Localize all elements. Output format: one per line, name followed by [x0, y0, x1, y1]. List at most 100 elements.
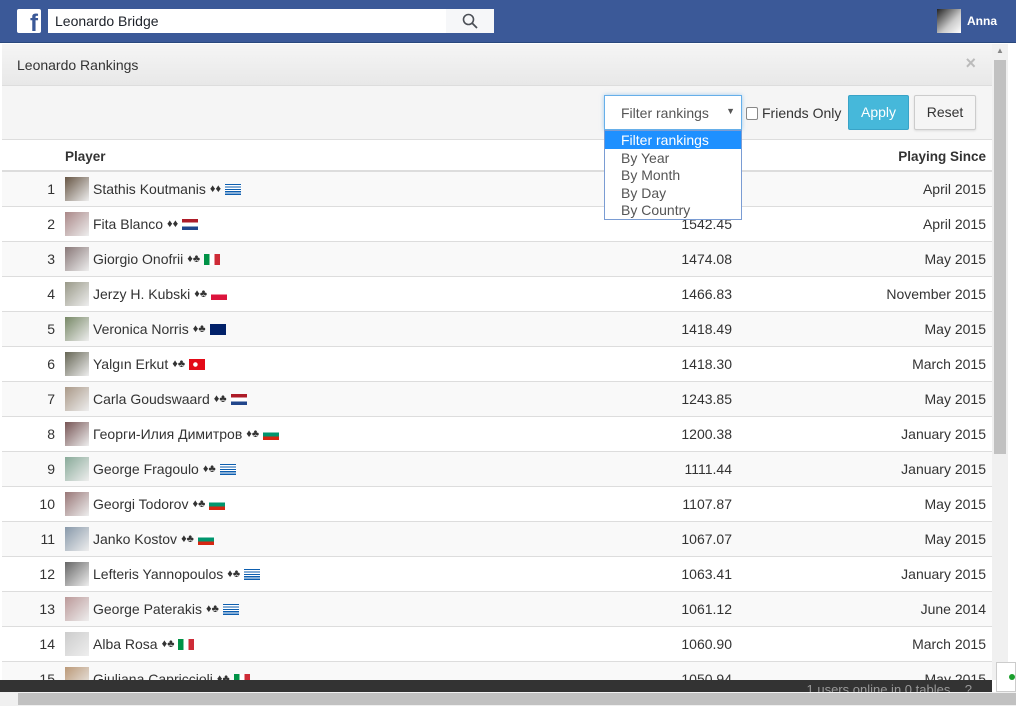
player-avatar[interactable]: [65, 317, 89, 341]
player-name[interactable]: George Fragoulo: [93, 461, 199, 477]
flag-icon: [197, 533, 214, 545]
suit-icons: ♦♣: [161, 638, 175, 650]
table-row[interactable]: 12 Lefteris Yannopoulos ♦♣ 1063.41 Januar…: [2, 557, 992, 592]
player-name[interactable]: Veronica Norris: [93, 321, 189, 337]
scrollbar-thumb[interactable]: [18, 693, 1016, 705]
scroll-up-icon[interactable]: ▲: [996, 46, 1004, 55]
player-name[interactable]: Jerzy H. Kubski: [93, 286, 190, 302]
player-name[interactable]: Carla Goudswaard: [93, 391, 210, 407]
player-avatar[interactable]: [65, 282, 89, 306]
player-avatar[interactable]: [65, 527, 89, 551]
table-row[interactable]: 5 Veronica Norris ♦♣ 1418.49 May 2015: [2, 312, 992, 347]
top-bar: f Anna: [0, 0, 1016, 43]
playing-since: January 2015: [901, 566, 986, 582]
flag-icon: [204, 253, 221, 265]
player-avatar[interactable]: [65, 422, 89, 446]
playing-since: April 2015: [922, 216, 986, 232]
table-row[interactable]: 4 Jerzy H. Kubski ♦♣ 1466.83 November 201…: [2, 277, 992, 312]
player-name[interactable]: Giorgio Onofrii: [93, 251, 183, 267]
scrollbar-thumb[interactable]: [994, 60, 1006, 454]
column-header-player[interactable]: Player: [65, 149, 106, 164]
playing-since: May 2015: [924, 496, 986, 512]
player-name[interactable]: Fita Blanco: [93, 216, 163, 232]
suit-icons: ♦♣: [246, 428, 260, 440]
player-name[interactable]: Janko Kostov: [93, 531, 177, 547]
player-avatar[interactable]: [65, 247, 89, 271]
flag-icon: [209, 498, 226, 510]
suit-icons: ♦♦: [167, 218, 179, 230]
player-avatar[interactable]: [65, 212, 89, 236]
player-avatar[interactable]: [65, 457, 89, 481]
apply-button[interactable]: Apply: [848, 95, 909, 130]
filter-select[interactable]: Filter rankings ▼: [604, 95, 742, 130]
player-name[interactable]: Lefteris Yannopoulos: [93, 566, 223, 582]
playing-since: May 2015: [924, 531, 986, 547]
rating: 1060.90: [681, 636, 732, 652]
playing-since: March 2015: [912, 636, 986, 652]
user-profile-link[interactable]: Anna: [937, 9, 997, 33]
player-avatar[interactable]: [65, 177, 89, 201]
reset-button[interactable]: Reset: [914, 95, 976, 130]
horizontal-scrollbar[interactable]: [0, 692, 1016, 706]
player-name[interactable]: Georgi Todorov: [93, 496, 188, 512]
vertical-scrollbar[interactable]: ▲: [992, 44, 1008, 680]
playing-since: March 2015: [912, 356, 986, 372]
online-status: 1 users online in 0 tables: [806, 682, 951, 692]
rank: 2: [47, 216, 55, 232]
table-row[interactable]: 13 George Paterakis ♦♣ 1061.12 June 2014: [2, 592, 992, 627]
player-avatar[interactable]: [65, 352, 89, 376]
search-input[interactable]: [48, 9, 446, 33]
rank: 11: [40, 531, 55, 547]
player-avatar[interactable]: [65, 597, 89, 621]
player-avatar[interactable]: [65, 632, 89, 656]
suit-icons: ♦♣: [172, 358, 186, 370]
table-row[interactable]: 2 Fita Blanco ♦♦ 1542.45 April 2015: [2, 207, 992, 242]
table-row[interactable]: 15 Giuliana Capriccioli ♦♣ 1050.94 May 20…: [2, 662, 992, 680]
rank: 14: [39, 636, 55, 652]
player-name[interactable]: Stathis Koutmanis: [93, 181, 206, 197]
checkbox-icon[interactable]: [746, 106, 758, 120]
suit-icons: ♦♣: [181, 533, 194, 545]
rating: 1107.87: [682, 496, 732, 512]
player-name[interactable]: Alba Rosa: [93, 636, 158, 652]
modal-title: Leonardo Rankings: [17, 57, 139, 73]
table-row[interactable]: 9 George Fragoulo ♦♣ 1111.44 January 2015: [2, 452, 992, 487]
playing-since: January 2015: [901, 426, 986, 442]
filter-option[interactable]: By Year: [605, 149, 741, 167]
facebook-logo[interactable]: f: [17, 9, 41, 33]
player-avatar[interactable]: [65, 387, 89, 411]
suit-icons: ♦♣: [216, 673, 230, 680]
column-header-playing-since[interactable]: Playing Since: [898, 149, 986, 164]
table-row[interactable]: 1 Stathis Koutmanis ♦♦ April 2015: [2, 172, 992, 207]
filter-option[interactable]: Filter rankings: [605, 131, 741, 149]
rank: 7: [47, 391, 55, 407]
flag-icon: [244, 568, 261, 580]
player-avatar[interactable]: [65, 562, 89, 586]
table-row[interactable]: 3 Giorgio Onofrii ♦♣ 1474.08 May 2015: [2, 242, 992, 277]
table-row[interactable]: 14 Alba Rosa ♦♣ 1060.90 March 2015: [2, 627, 992, 662]
player-name[interactable]: Георги-Илия Димитров: [93, 426, 242, 442]
search-button[interactable]: [446, 9, 494, 33]
rank: 8: [47, 426, 55, 442]
filter-option[interactable]: By Day: [605, 184, 741, 202]
player-avatar[interactable]: [65, 492, 89, 516]
player-name[interactable]: Giuliana Capriccioli: [93, 671, 213, 680]
friends-only-checkbox[interactable]: Friends Only: [746, 105, 841, 121]
table-row[interactable]: 7 Carla Goudswaard ♦♣ 1243.85 May 2015: [2, 382, 992, 417]
chat-tab[interactable]: [996, 662, 1016, 692]
help-icon[interactable]: ?: [965, 682, 972, 692]
player-avatar[interactable]: [65, 667, 89, 680]
search-icon: [462, 13, 478, 29]
filter-option[interactable]: By Month: [605, 166, 741, 184]
table-row[interactable]: 8 Георги-Илия Димитров ♦♣ 1200.38 January…: [2, 417, 992, 452]
filter-option[interactable]: By Country: [605, 201, 741, 219]
player-name[interactable]: Yalgın Erkut: [93, 356, 168, 372]
rankings-modal: Leonardo Rankings × Filter rankings ▼ Fri…: [2, 44, 992, 680]
rank: 4: [47, 286, 55, 302]
table-row[interactable]: 6 Yalgın Erkut ♦♣ 1418.30 March 2015: [2, 347, 992, 382]
close-icon[interactable]: ×: [965, 53, 976, 74]
table-row[interactable]: 10 Georgi Todorov ♦♣ 1107.87 May 2015: [2, 487, 992, 522]
player-name[interactable]: George Paterakis: [93, 601, 202, 617]
rank: 12: [39, 566, 55, 582]
table-row[interactable]: 11 Janko Kostov ♦♣ 1067.07 May 2015: [2, 522, 992, 557]
